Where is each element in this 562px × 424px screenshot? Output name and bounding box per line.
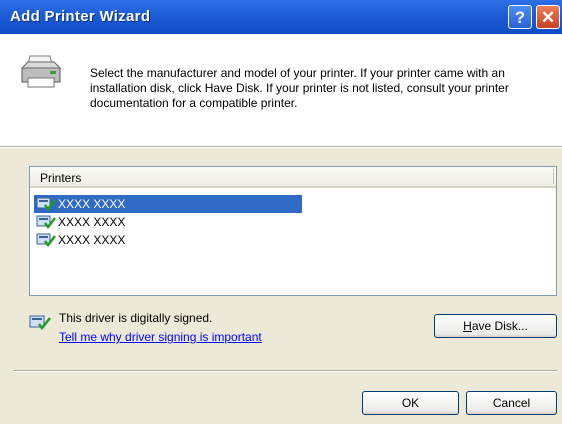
column-divider bbox=[553, 169, 554, 184]
help-button[interactable]: ? bbox=[508, 5, 532, 29]
printer-row[interactable]: XXXX XXXX bbox=[34, 231, 302, 249]
close-icon: ✕ bbox=[540, 7, 556, 27]
cancel-label: Cancel bbox=[492, 396, 531, 410]
signed-driver-icon bbox=[36, 233, 56, 247]
title-bar[interactable]: Add Printer Wizard ? ✕ bbox=[0, 0, 562, 34]
ok-button[interactable]: OK bbox=[362, 391, 459, 415]
printer-row-label: XXXX XXXX bbox=[58, 197, 126, 211]
printers-list[interactable]: Printers XXXX XXXX XXXX XXXX XXXX XXXX bbox=[29, 166, 557, 296]
cancel-button[interactable]: Cancel bbox=[466, 391, 557, 415]
printer-row-label: XXXX XXXX bbox=[58, 215, 126, 229]
ok-label: OK bbox=[401, 396, 420, 410]
printers-column-header[interactable]: Printers bbox=[30, 167, 556, 188]
help-icon: ? bbox=[514, 7, 526, 27]
window-title: Add Printer Wizard bbox=[10, 8, 151, 25]
signed-driver-icon bbox=[36, 197, 56, 211]
driver-signed-status: This driver is digitally signed. bbox=[59, 311, 213, 325]
footer-separator bbox=[14, 370, 557, 372]
printer-row[interactable]: XXXX XXXX bbox=[34, 213, 302, 231]
printer-row-label: XXXX XXXX bbox=[58, 233, 126, 247]
driver-signing-link[interactable]: Tell me why driver signing is important bbox=[59, 330, 262, 344]
have-disk-label: ave Disk... bbox=[471, 319, 528, 333]
printer-icon bbox=[20, 55, 62, 88]
have-disk-accelerator: H bbox=[463, 319, 472, 333]
have-disk-button[interactable]: Have Disk... bbox=[434, 314, 557, 338]
instructions-text: Select the manufacturer and model of you… bbox=[90, 66, 509, 110]
signed-driver-icon bbox=[29, 315, 51, 330]
printer-row[interactable]: XXXX XXXX bbox=[34, 195, 302, 213]
column-header-label: Printers bbox=[40, 171, 82, 185]
close-button[interactable]: ✕ bbox=[536, 5, 560, 29]
wizard-header: Select the manufacturer and model of you… bbox=[0, 34, 562, 146]
signed-driver-icon bbox=[36, 215, 56, 229]
header-separator bbox=[0, 146, 562, 148]
